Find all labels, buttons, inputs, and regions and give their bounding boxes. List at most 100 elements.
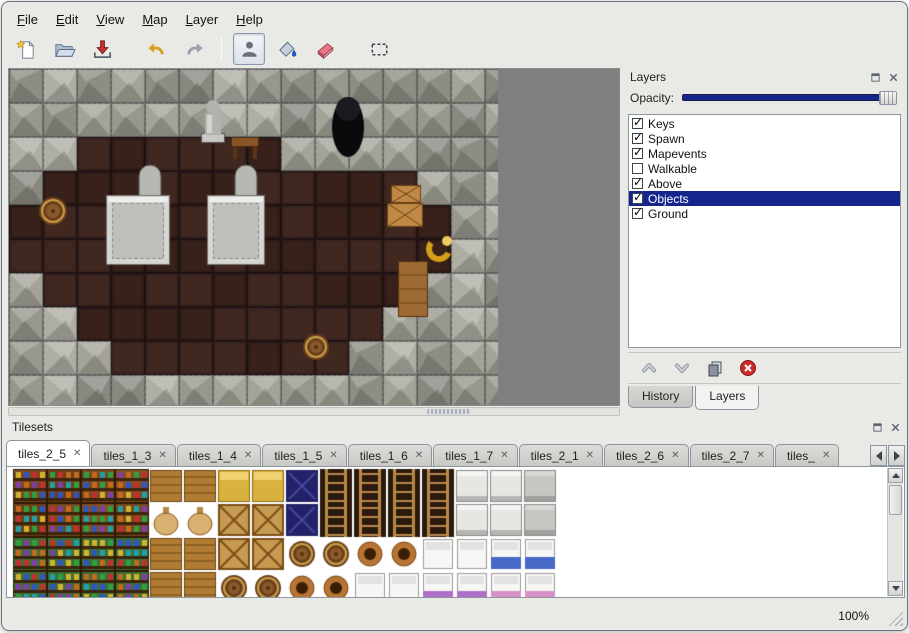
menu-help[interactable]: Help	[227, 10, 272, 29]
raise-layer-button[interactable]	[638, 357, 660, 379]
layer-row-ground[interactable]: Ground	[629, 206, 900, 221]
opacity-slider-handle[interactable]	[879, 91, 897, 105]
layer-visibility-checkbox[interactable]	[632, 133, 643, 144]
lower-layer-button[interactable]	[671, 357, 693, 379]
scroll-up-button[interactable]	[888, 468, 903, 483]
map-canvas[interactable]	[9, 69, 619, 405]
chevron-left-icon	[876, 451, 882, 461]
chevron-down-icon	[892, 586, 900, 591]
layer-label: Spawn	[648, 132, 685, 146]
tileset-canvas[interactable]	[9, 467, 885, 597]
opacity-slider[interactable]	[682, 91, 897, 105]
menu-layer[interactable]: Layer	[177, 10, 228, 29]
tab-history[interactable]: History	[628, 386, 693, 408]
layer-label: Objects	[648, 192, 689, 206]
tileset-tab-label: tiles_1_5	[274, 449, 322, 463]
tab-close-icon[interactable]: ✕	[73, 449, 81, 459]
layers-dock: Layers Opacity: Keys Spawn	[624, 68, 903, 414]
new-file-button[interactable]	[10, 33, 42, 65]
layer-list: Keys Spawn Mapevents Walkable Above Obje…	[628, 114, 901, 348]
map-horizontal-scrollbar[interactable]	[8, 407, 620, 416]
menu-view[interactable]: View	[87, 10, 133, 29]
layer-actions-toolbar	[628, 352, 901, 384]
tab-close-icon[interactable]: ✕	[586, 451, 594, 461]
tab-close-icon[interactable]: ✕	[158, 451, 166, 461]
tab-close-icon[interactable]: ✕	[500, 451, 508, 461]
duplicate-layer-button[interactable]	[704, 357, 726, 379]
opacity-slider-track[interactable]	[682, 94, 897, 101]
close-dock-icon[interactable]	[886, 70, 901, 85]
scroll-down-button[interactable]	[888, 581, 903, 596]
rect-select-tool-button[interactable]	[363, 33, 395, 65]
layer-row-keys[interactable]: Keys	[629, 116, 900, 131]
opacity-row: Opacity:	[630, 90, 897, 106]
tileset-vertical-scrollbar[interactable]	[887, 468, 903, 596]
layer-visibility-checkbox[interactable]	[632, 118, 643, 129]
layer-visibility-checkbox[interactable]	[632, 163, 643, 174]
tab-close-icon[interactable]: ✕	[671, 451, 679, 461]
float-dock-icon[interactable]	[868, 70, 883, 85]
menu-map[interactable]: Map	[133, 10, 176, 29]
delete-layer-icon	[739, 359, 757, 377]
tab-close-icon[interactable]: ✕	[757, 451, 765, 461]
tileset-tab-4[interactable]: tiles_1_6 ✕	[348, 444, 432, 466]
tileset-view[interactable]	[6, 466, 905, 598]
scrollbar-thumb[interactable]	[427, 409, 471, 414]
tileset-tab-label: tiles_2_5	[18, 447, 66, 461]
map-canvas-view[interactable]	[8, 68, 620, 406]
float-dock-icon[interactable]	[870, 420, 885, 435]
undo-button[interactable]	[140, 33, 172, 65]
layer-visibility-checkbox[interactable]	[632, 148, 643, 159]
tab-close-icon[interactable]: ✕	[415, 451, 423, 461]
layer-row-mapevents[interactable]: Mapevents	[629, 146, 900, 161]
tileset-tab-label: tiles_2_7	[702, 449, 750, 463]
tab-label: History	[642, 389, 679, 403]
menu-edit[interactable]: Edit	[47, 10, 87, 29]
tab-close-icon[interactable]: ✕	[329, 451, 337, 461]
tileset-tab-2[interactable]: tiles_1_4 ✕	[177, 444, 261, 466]
layer-visibility-checkbox[interactable]	[632, 208, 643, 219]
tileset-tab-9[interactable]: tiles_ ✕	[775, 444, 839, 466]
tileset-tab-bar: tiles_2_5 ✕ tiles_1_3 ✕ tiles_1_4 ✕ tile…	[6, 440, 869, 466]
layer-row-spawn[interactable]: Spawn	[629, 131, 900, 146]
tileset-tab-5[interactable]: tiles_1_7 ✕	[433, 444, 517, 466]
menubar: File Edit View Map Layer Help	[8, 8, 901, 30]
tileset-tab-3[interactable]: tiles_1_5 ✕	[262, 444, 346, 466]
opacity-label: Opacity:	[630, 91, 674, 105]
tab-layers[interactable]: Layers	[695, 386, 759, 410]
toolbar	[10, 32, 901, 66]
eraser-tool-button[interactable]	[309, 33, 341, 65]
zoom-level: 100%	[838, 609, 869, 623]
tilesets-dock-title: Tilesets	[8, 420, 867, 434]
chevron-right-icon	[894, 451, 900, 461]
layer-row-above[interactable]: Above	[629, 176, 900, 191]
tab-close-icon[interactable]: ✕	[244, 451, 252, 461]
layer-row-walkable[interactable]: Walkable	[629, 161, 900, 176]
delete-layer-button[interactable]	[737, 357, 759, 379]
layer-visibility-checkbox[interactable]	[632, 193, 643, 204]
person-stamp-icon	[238, 38, 261, 61]
save-button[interactable]	[86, 33, 118, 65]
close-dock-icon[interactable]	[888, 420, 903, 435]
tab-close-icon[interactable]: ✕	[822, 451, 830, 461]
stamp-tool-button[interactable]	[233, 33, 265, 65]
tileset-tab-1[interactable]: tiles_1_3 ✕	[91, 444, 175, 466]
fill-tool-button[interactable]	[271, 33, 303, 65]
menu-file[interactable]: File	[8, 10, 47, 29]
tileset-tab-0[interactable]: tiles_2_5 ✕	[6, 440, 90, 466]
tileset-tab-7[interactable]: tiles_2_6 ✕	[604, 444, 688, 466]
layer-row-objects[interactable]: Objects	[629, 191, 900, 206]
scroll-tabs-right-button[interactable]	[888, 445, 905, 466]
scroll-tabs-left-button[interactable]	[870, 445, 887, 466]
layer-label: Keys	[648, 117, 675, 131]
open-button[interactable]	[48, 33, 80, 65]
layer-visibility-checkbox[interactable]	[632, 178, 643, 189]
tileset-tab-8[interactable]: tiles_2_7 ✕	[690, 444, 774, 466]
tileset-tab-6[interactable]: tiles_2_1 ✕	[519, 444, 603, 466]
scrollbar-thumb[interactable]	[889, 485, 902, 515]
layers-dock-title: Layers	[626, 70, 865, 84]
redo-arrow-icon	[183, 38, 206, 61]
redo-button[interactable]	[178, 33, 210, 65]
app-window: File Edit View Map Layer Help	[1, 1, 908, 631]
tileset-tab-label: tiles_2_1	[531, 449, 579, 463]
